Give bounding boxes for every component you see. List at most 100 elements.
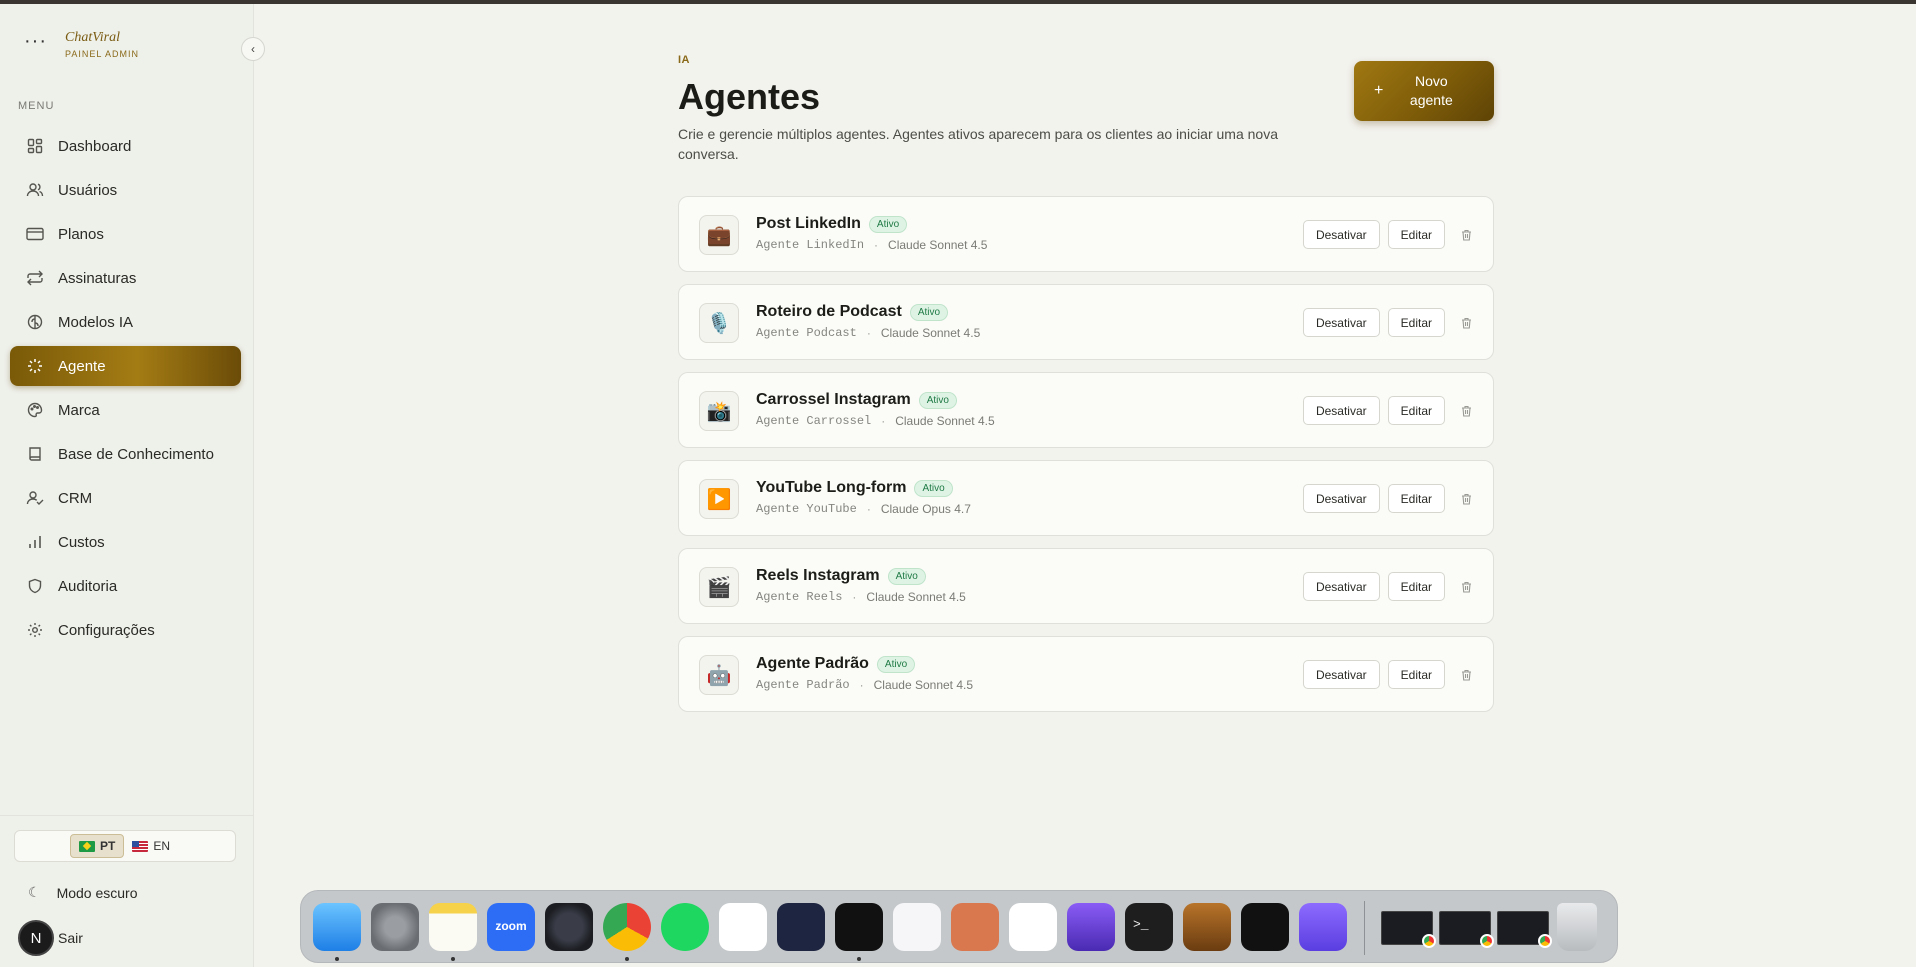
collapse-sidebar-button[interactable]: ‹ <box>241 37 265 61</box>
edit-button[interactable]: Editar <box>1387 484 1445 513</box>
edit-button[interactable]: Editar <box>1387 396 1445 425</box>
deactivate-button[interactable]: Desativar <box>1302 308 1380 337</box>
sidebar-item-agente[interactable]: Agente <box>10 346 241 386</box>
dock-app-obsidian[interactable] <box>1067 903 1115 951</box>
agent-actions: Desativar Editar <box>1295 572 1473 601</box>
sidebar-item-label: Dashboard <box>58 137 132 155</box>
bar-chart-icon <box>26 533 44 551</box>
agent-list: 💼 Post LinkedIn Ativo Agente LinkedIn · Claud… <box>678 196 1494 724</box>
sidebar-item-crm[interactable]: CRM <box>10 478 241 518</box>
sidebar-item-custos[interactable]: Custos <box>10 522 241 562</box>
deactivate-button[interactable]: Desativar <box>1302 572 1380 601</box>
trash-icon[interactable] <box>1459 404 1473 418</box>
dock-app-zoom[interactable]: zoom <box>487 903 535 951</box>
logout-button[interactable]: N Sair <box>18 920 83 956</box>
dock-app-capcut[interactable] <box>1241 903 1289 951</box>
sidebar-item-usuários[interactable]: Usuários <box>10 170 241 210</box>
dock-app-chrome[interactable] <box>603 903 651 951</box>
agent-actions: Desativar Editar <box>1295 660 1473 689</box>
agent-name: Post LinkedIn <box>756 215 861 232</box>
sidebar-item-assinaturas[interactable]: Assinaturas <box>10 258 241 298</box>
deactivate-button[interactable]: Desativar <box>1302 660 1380 689</box>
edit-button[interactable]: Editar <box>1387 572 1445 601</box>
dock-app-cursor[interactable] <box>835 903 883 951</box>
dock-app-claude[interactable] <box>951 903 999 951</box>
sidebar-item-label: Marca <box>58 401 100 419</box>
dock-app-finder[interactable] <box>313 903 361 951</box>
meta-separator: · <box>866 326 871 340</box>
chrome-badge-icon <box>1480 934 1494 948</box>
dock-minimized-window[interactable] <box>1497 911 1552 948</box>
dock-minimized-window[interactable] <box>1439 911 1494 948</box>
dock-app-chatgpt[interactable] <box>1009 903 1057 951</box>
sidebar-nav: Dashboard Usuários Planos Assinaturas Modelo… <box>10 126 241 654</box>
dashboard-icon <box>26 137 44 155</box>
meta-separator: · <box>866 502 871 516</box>
dock-app-spotify[interactable] <box>661 903 709 951</box>
trash-icon[interactable] <box>1459 668 1473 682</box>
agent-emoji-icon: 🎬 <box>699 567 739 607</box>
page-eyebrow: IA <box>678 54 690 66</box>
chrome-badge-icon <box>1422 934 1436 948</box>
status-badge: Ativo <box>914 479 953 497</box>
more-menu-icon[interactable]: ··· <box>24 31 47 51</box>
sidebar-item-marca[interactable]: Marca <box>10 390 241 430</box>
language-pt[interactable]: PT <box>70 834 125 858</box>
brand-subtitle: PAINEL ADMIN <box>64 49 139 59</box>
dock-running-indicator <box>451 957 455 961</box>
agent-info: Roteiro de Podcast Ativo Agente Podcast · Cl… <box>756 303 980 340</box>
dock-app-garageband[interactable] <box>1183 903 1231 951</box>
sidebar-item-base-de-conhecimento[interactable]: Base de Conhecimento <box>10 434 241 474</box>
trash-icon[interactable] <box>1459 492 1473 506</box>
dock-minimized-window[interactable] <box>1381 911 1436 948</box>
agent-emoji-icon: 🎙️ <box>699 303 739 343</box>
dock-app-system-settings[interactable] <box>371 903 419 951</box>
sidebar-item-modelos-ia[interactable]: Modelos IA <box>10 302 241 342</box>
dock-app-slack[interactable] <box>719 903 767 951</box>
agent-name: Carrossel Instagram <box>756 391 911 408</box>
sidebar-item-label: Configurações <box>58 621 155 639</box>
agent-slug: Agente Podcast <box>756 326 857 340</box>
brain-icon <box>26 313 44 331</box>
trash-icon[interactable] <box>1459 316 1473 330</box>
language-en[interactable]: EN <box>124 834 178 858</box>
dock-app-terminal[interactable]: >_ <box>1125 903 1173 951</box>
credit-card-icon <box>26 225 44 243</box>
dock-app-affinity[interactable] <box>893 903 941 951</box>
dock-app-obs[interactable] <box>545 903 593 951</box>
sidebar-item-label: CRM <box>58 489 93 507</box>
agent-info: Carrossel Instagram Ativo Agente Carrossel… <box>756 391 995 428</box>
meta-separator: · <box>874 238 879 252</box>
edit-button[interactable]: Editar <box>1387 220 1445 249</box>
deactivate-button[interactable]: Desativar <box>1302 396 1380 425</box>
deactivate-button[interactable]: Desativar <box>1302 220 1380 249</box>
sidebar-item-dashboard[interactable]: Dashboard <box>10 126 241 166</box>
top-window-bar <box>0 0 1916 4</box>
dock-app-chatgpt-atlas[interactable] <box>777 903 825 951</box>
shield-icon <box>26 577 44 595</box>
meta-separator: · <box>859 678 864 692</box>
brazil-flag-icon <box>79 840 95 852</box>
dock-app-notes[interactable] <box>429 903 477 951</box>
edit-button[interactable]: Editar <box>1387 660 1445 689</box>
agent-emoji-icon: 📸 <box>699 391 739 431</box>
status-badge: Ativo <box>918 391 957 409</box>
agent-name: Roteiro de Podcast <box>756 303 902 320</box>
agent-card: 🤖 Agente Padrão Ativo Agente Padrão · Claude … <box>678 636 1494 712</box>
edit-button[interactable]: Editar <box>1387 308 1445 337</box>
avatar: N <box>18 920 54 956</box>
sidebar-item-configurações[interactable]: Configurações <box>10 610 241 650</box>
status-badge: Ativo <box>887 567 926 585</box>
deactivate-button[interactable]: Desativar <box>1302 484 1380 513</box>
new-agent-button[interactable]: + Novo agente <box>1354 61 1494 121</box>
trash-icon[interactable] <box>1459 580 1473 594</box>
dock-trash-icon[interactable] <box>1557 903 1597 951</box>
sidebar-item-auditoria[interactable]: Auditoria <box>10 566 241 606</box>
dock-running-indicator <box>335 957 339 961</box>
dark-mode-toggle[interactable]: ☾ Modo escuro <box>28 884 138 901</box>
agent-model: Claude Sonnet 4.5 <box>888 238 988 252</box>
trash-icon[interactable] <box>1459 228 1473 242</box>
terminal-prompt-text: >_ <box>1133 917 1149 932</box>
sidebar-item-planos[interactable]: Planos <box>10 214 241 254</box>
dock-app-notion-calendar[interactable] <box>1299 903 1347 951</box>
